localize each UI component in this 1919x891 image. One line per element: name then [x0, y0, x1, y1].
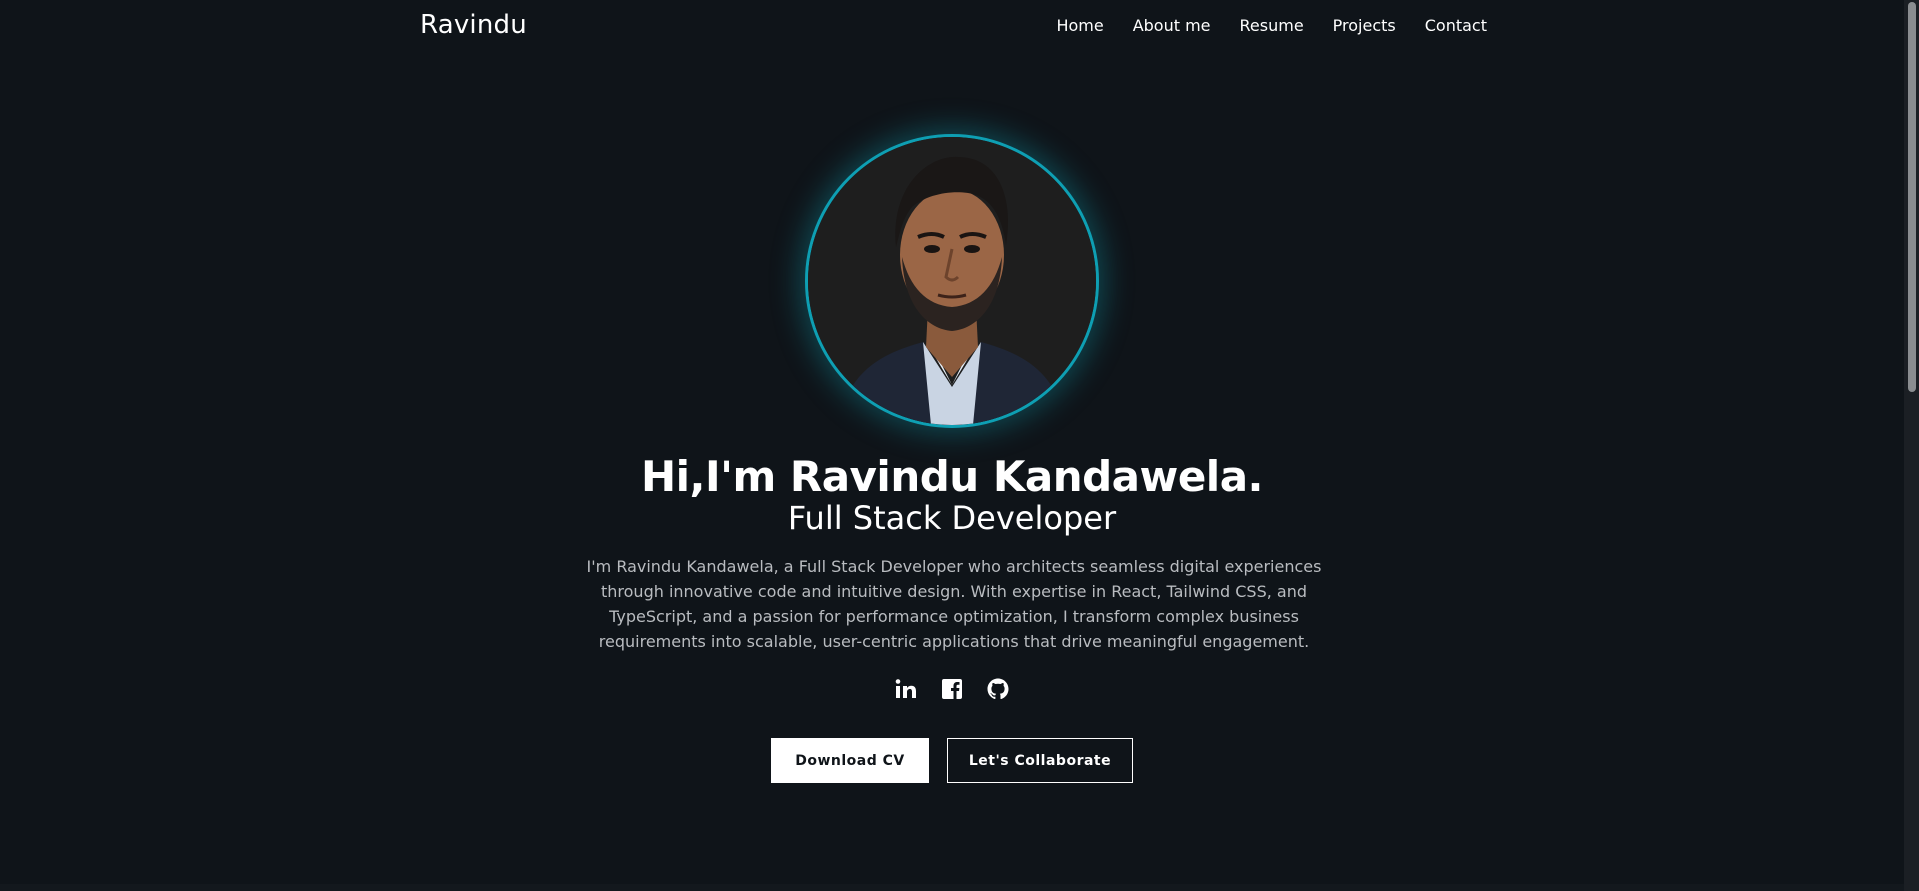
hero-section: Hi,I'm Ravindu Kandawela. Full Stack Dev… — [0, 0, 1904, 891]
scrollbar-thumb[interactable] — [1908, 2, 1916, 392]
linkedin-icon[interactable] — [893, 676, 919, 702]
page-scrollbar[interactable] — [1904, 0, 1919, 891]
download-cv-button[interactable]: Download CV — [771, 738, 929, 783]
hero-headline: Hi,I'm Ravindu Kandawela. — [641, 452, 1264, 501]
page: Ravindu Home About me Resume Projects Co… — [0, 0, 1919, 891]
profile-photo-illustration — [808, 137, 1096, 425]
hero-bio: I'm Ravindu Kandawela, a Full Stack Deve… — [586, 557, 1322, 651]
collaborate-button[interactable]: Let's Collaborate — [947, 738, 1133, 783]
profile-photo — [805, 134, 1099, 428]
social-links — [0, 676, 1904, 702]
hero-buttons: Download CV Let's Collaborate — [0, 738, 1904, 783]
facebook-icon[interactable] — [939, 676, 965, 702]
section-divider — [0, 884, 1904, 891]
hero-subheadline: Full Stack Developer — [787, 499, 1117, 537]
github-icon[interactable] — [985, 676, 1011, 702]
